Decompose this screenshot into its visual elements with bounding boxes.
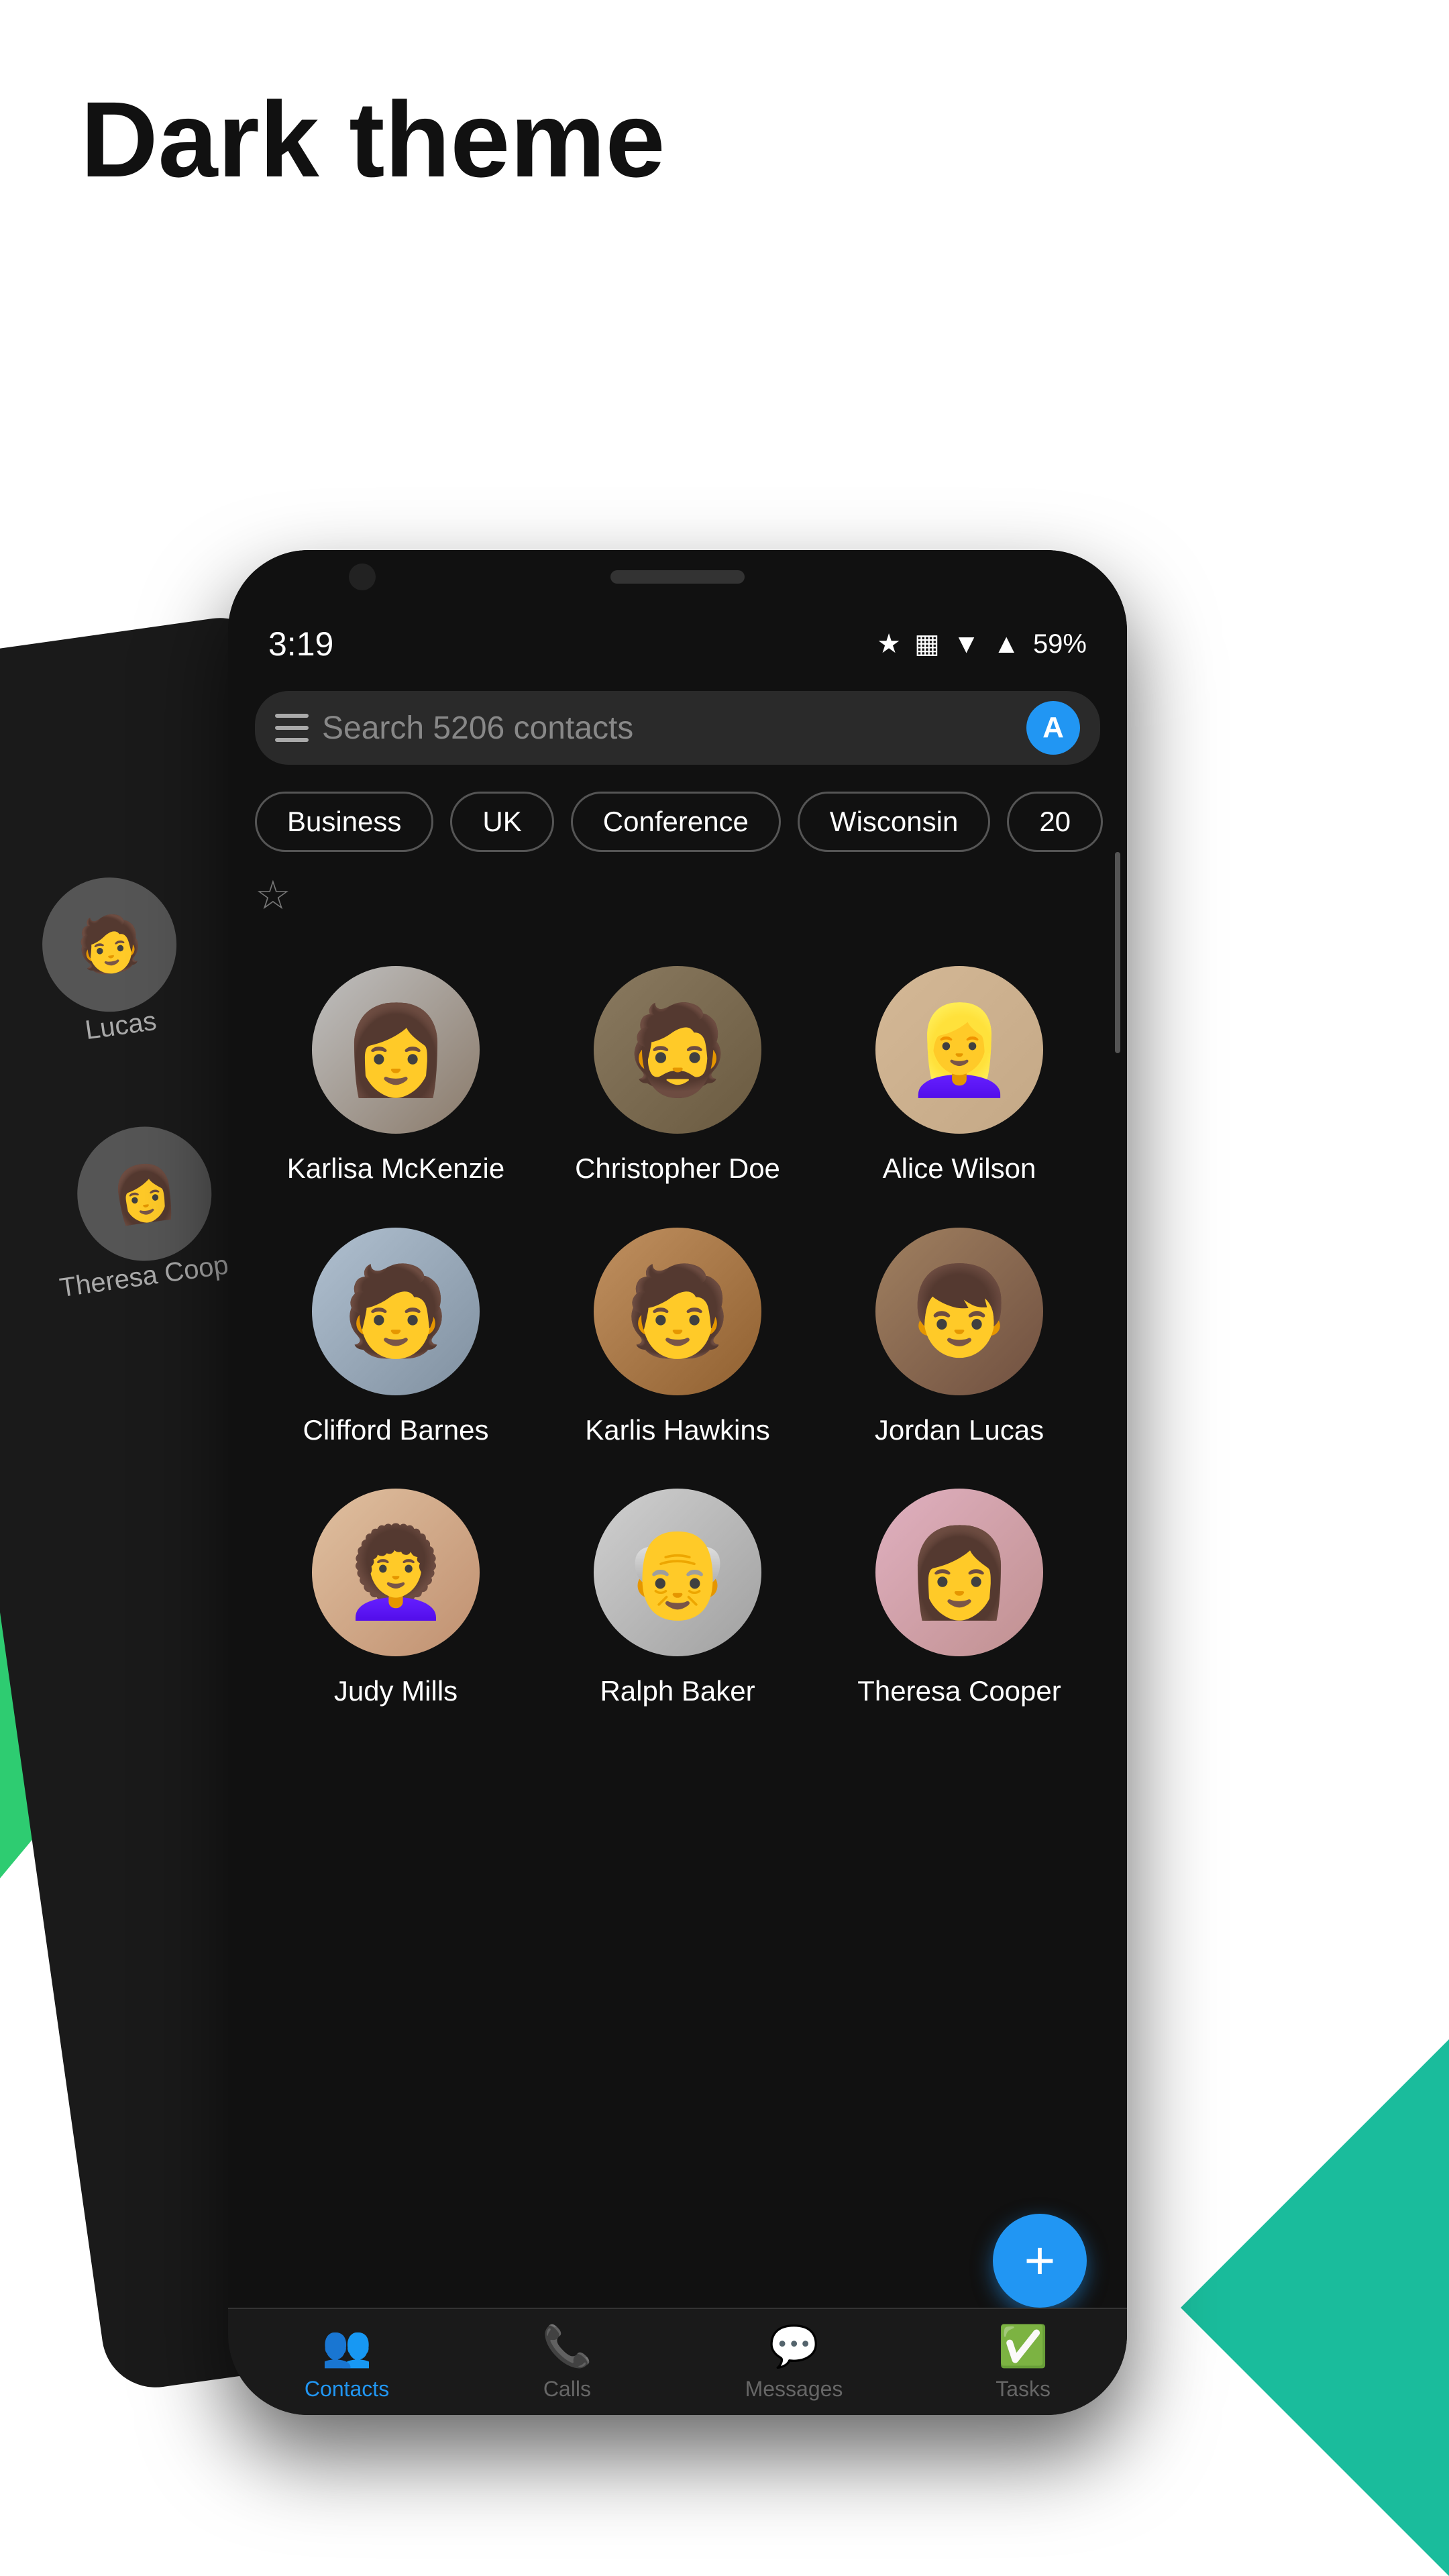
- nav-calls[interactable]: 📞 Calls: [542, 2322, 592, 2402]
- contacts-nav-icon: 👥: [322, 2322, 372, 2370]
- favorites-row: ☆: [228, 865, 1127, 926]
- messages-nav-label: Messages: [745, 2377, 843, 2402]
- nav-contacts[interactable]: 👥 Contacts: [305, 2322, 389, 2402]
- calls-nav-label: Calls: [543, 2377, 591, 2402]
- contact-cell-3[interactable]: 🧑 Clifford Barnes: [255, 1208, 537, 1469]
- chip-wisconsin[interactable]: Wisconsin: [798, 792, 990, 852]
- contact-name-4: Karlis Hawkins: [585, 1412, 769, 1449]
- search-bar[interactable]: Search 5206 contacts A: [255, 691, 1100, 765]
- status-bar: 3:19 ★ ▦ ▼ ▲ 59%: [228, 617, 1127, 671]
- contact-name-1: Christopher Doe: [575, 1150, 780, 1187]
- bg-avatar-1: 🧑: [34, 869, 185, 1020]
- signal-icon: ▲: [993, 629, 1020, 659]
- phone-wrapper: 🧑 Lucas 👩 Theresa Cooper 3:19 ★ ▦ ▼ ▲ 59…: [107, 550, 1248, 2415]
- phone-speaker: [610, 570, 745, 584]
- filter-chips-row: Business UK Conference Wisconsin 20: [228, 785, 1127, 865]
- avatar-alice-wilson: 👱‍♀️: [875, 966, 1043, 1134]
- fab-add-button[interactable]: +: [993, 2214, 1087, 2308]
- contact-cell-5[interactable]: 👦 Jordan Lucas: [818, 1208, 1100, 1469]
- contact-cell-0[interactable]: 👩 Karlisa McKenzie: [255, 946, 537, 1208]
- phone-top-bar: [228, 550, 1127, 617]
- bluetooth-icon: ★: [877, 629, 901, 659]
- main-phone: 3:19 ★ ▦ ▼ ▲ 59% Search 5206 contacts A …: [228, 550, 1127, 2415]
- contact-cell-4[interactable]: 🧑 Karlis Hawkins: [537, 1208, 818, 1469]
- tasks-nav-label: Tasks: [996, 2377, 1051, 2402]
- battery-level: 59%: [1033, 629, 1087, 659]
- chip-uk[interactable]: UK: [450, 792, 553, 852]
- avatar-karlis-hawkins: 🧑: [594, 1228, 761, 1395]
- chip-extra[interactable]: 20: [1007, 792, 1103, 852]
- avatar-ralph-baker: 👴: [594, 1489, 761, 1656]
- status-icons: ★ ▦ ▼ ▲ 59%: [877, 629, 1087, 659]
- wifi-icon: ▼: [953, 629, 980, 659]
- contact-name-7: Ralph Baker: [600, 1673, 755, 1710]
- avatar-karlisa-mckenzie: 👩: [312, 966, 480, 1134]
- bottom-navigation: 👥 Contacts 📞 Calls 💬 Messages ✅ Tasks: [228, 2308, 1127, 2415]
- search-placeholder: Search 5206 contacts: [322, 710, 1013, 747]
- contact-name-3: Clifford Barnes: [303, 1412, 488, 1449]
- avatar-jordan-lucas: 👦: [875, 1228, 1043, 1395]
- nav-messages[interactable]: 💬 Messages: [745, 2322, 843, 2402]
- avatar-theresa-cooper: 👩: [875, 1489, 1043, 1656]
- phone-camera: [349, 564, 376, 590]
- contact-name-2: Alice Wilson: [883, 1150, 1036, 1187]
- menu-icon[interactable]: [275, 714, 309, 742]
- chip-conference[interactable]: Conference: [571, 792, 781, 852]
- contacts-grid: 👩 Karlisa McKenzie 🧔 Christopher Doe 👱‍♀…: [228, 926, 1127, 1750]
- contacts-nav-label: Contacts: [305, 2377, 389, 2402]
- star-icon[interactable]: ☆: [255, 872, 291, 919]
- tasks-nav-icon: ✅: [998, 2322, 1049, 2370]
- user-avatar-button[interactable]: A: [1026, 701, 1080, 755]
- contact-cell-6[interactable]: 👩‍🦱 Judy Mills: [255, 1468, 537, 1730]
- contact-cell-2[interactable]: 👱‍♀️ Alice Wilson: [818, 946, 1100, 1208]
- avatar-judy-mills: 👩‍🦱: [312, 1489, 480, 1656]
- messages-nav-icon: 💬: [769, 2322, 819, 2370]
- chip-business[interactable]: Business: [255, 792, 433, 852]
- contact-name-0: Karlisa McKenzie: [287, 1150, 504, 1187]
- contact-cell-8[interactable]: 👩 Theresa Cooper: [818, 1468, 1100, 1730]
- contact-name-5: Jordan Lucas: [875, 1412, 1044, 1449]
- status-time: 3:19: [268, 625, 333, 663]
- avatar-clifford-barnes: 🧑: [312, 1228, 480, 1395]
- avatar-christopher-doe: 🧔: [594, 966, 761, 1134]
- nav-tasks[interactable]: ✅ Tasks: [996, 2322, 1051, 2402]
- contact-cell-1[interactable]: 🧔 Christopher Doe: [537, 946, 818, 1208]
- page-title: Dark theme: [0, 0, 1449, 199]
- calls-nav-icon: 📞: [542, 2322, 592, 2370]
- bg-avatar-2: 👩: [68, 1118, 220, 1270]
- contact-name-8: Theresa Cooper: [857, 1673, 1061, 1710]
- vibrate-icon: ▦: [914, 629, 940, 659]
- contact-name-6: Judy Mills: [334, 1673, 458, 1710]
- contact-cell-7[interactable]: 👴 Ralph Baker: [537, 1468, 818, 1730]
- scrollbar[interactable]: [1115, 852, 1120, 1053]
